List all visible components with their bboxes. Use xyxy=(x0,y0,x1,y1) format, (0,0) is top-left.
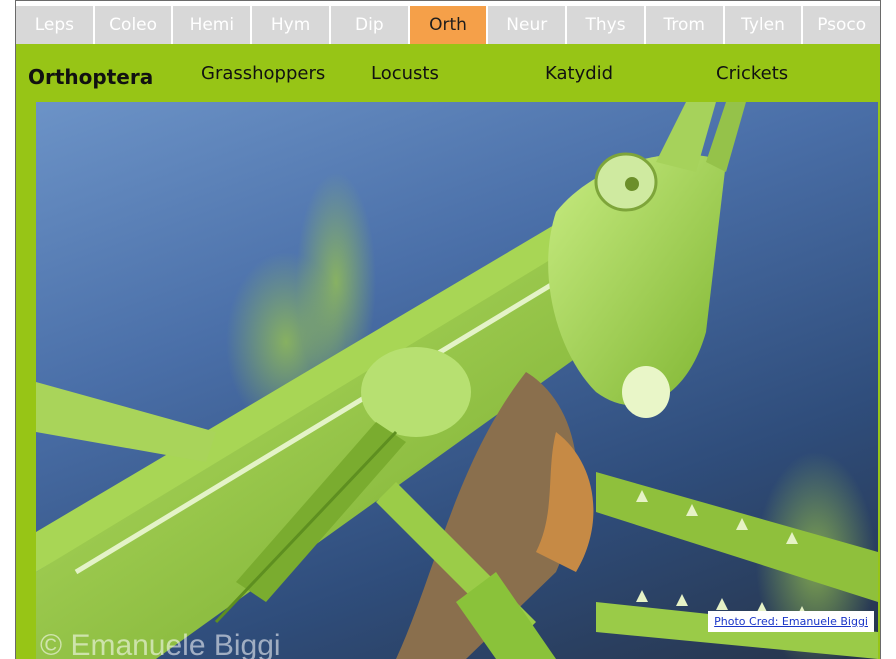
link-crickets[interactable]: Crickets xyxy=(716,63,788,84)
section-title: Orthoptera xyxy=(28,65,154,89)
hero-photo: Photo Cred: Emanuele Biggi © Emanuele Bi… xyxy=(36,102,878,659)
tab-leps[interactable]: Leps xyxy=(16,6,95,44)
tab-tylen[interactable]: Tylen xyxy=(724,6,804,44)
content-panel: Orthoptera Grasshoppers Locusts Katydid … xyxy=(16,44,880,659)
tab-psoco[interactable]: Psoco xyxy=(803,6,881,44)
grasshopper-illustration xyxy=(36,102,878,659)
tab-neur[interactable]: Neur xyxy=(488,6,568,44)
link-katydid[interactable]: Katydid xyxy=(545,63,613,84)
tab-hym[interactable]: Hym xyxy=(252,6,331,44)
link-grasshoppers[interactable]: Grasshoppers xyxy=(201,63,325,84)
photo-watermark: © Emanuele Biggi xyxy=(40,629,281,659)
tab-trom[interactable]: Trom xyxy=(645,6,725,44)
tab-coleo[interactable]: Coleo xyxy=(94,6,174,44)
tab-orth[interactable]: Orth xyxy=(409,6,489,44)
tab-thys[interactable]: Thys xyxy=(567,6,646,44)
link-locusts[interactable]: Locusts xyxy=(371,63,439,84)
order-tab-bar: Leps Coleo Hemi Hym Dip Orth Neur Thys T… xyxy=(16,6,881,44)
photo-credit-link[interactable]: Photo Cred: Emanuele Biggi xyxy=(708,611,874,632)
tab-dip[interactable]: Dip xyxy=(330,6,410,44)
tab-hemi[interactable]: Hemi xyxy=(173,6,253,44)
sub-navigation: Orthoptera Grasshoppers Locusts Katydid … xyxy=(16,44,880,102)
